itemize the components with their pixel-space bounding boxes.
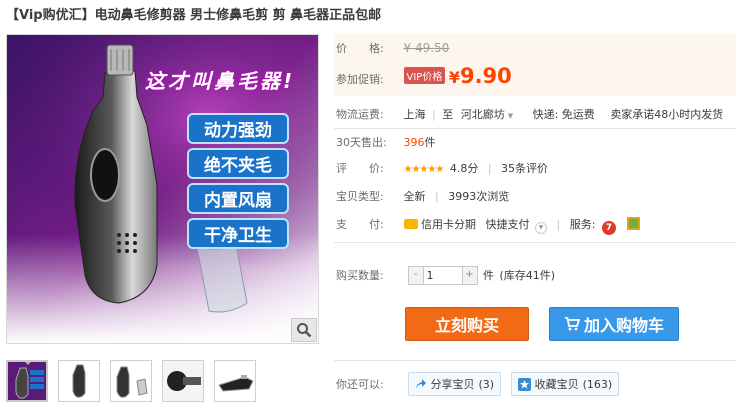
rating-label: 评 价: [336,162,384,175]
divider [334,360,736,361]
share-count: (3) [478,377,495,391]
quantity-plus-button[interactable]: + [462,267,477,284]
sales-row: 30天售出: 396件 [336,134,436,150]
shipping-row: 物流运费: 上海 | 至 河北廊坊 ▼ 快递: 免运费 卖家承诺48小时内发货 [336,106,723,122]
feature-list: 动力强劲 绝不夹毛 内置风扇 干净卫生 [187,113,289,249]
ship-promise: 卖家承诺48小时内发货 [610,108,724,121]
seven-day-return-icon[interactable]: 7 [601,221,616,235]
product-title: 【Vip购优汇】电动鼻毛修剪器 男士修鼻毛剪 剪 鼻毛器正品包邮 [6,8,382,23]
more-actions-row: 你还可以: 分享宝贝 (3) 收藏宝贝 (163) [336,372,620,396]
cart-icon [564,317,580,331]
item-condition: 全新 [403,190,426,203]
quantity-input[interactable] [422,267,463,284]
more-label: 你还可以: [336,378,384,391]
feature-item: 内置风扇 [187,183,289,214]
magnifier-icon [297,323,312,338]
feature-item: 绝不夹毛 [187,148,289,179]
thumbnail-strip [6,360,256,402]
add-to-cart-button[interactable]: 加入购物车 [549,307,679,341]
review-count-link[interactable]: 35条评价 [501,162,548,175]
sales-unit: 件 [424,136,436,149]
buy-now-button[interactable]: 立刻购买 [405,307,529,341]
chevron-down-icon: ▼ [507,112,514,120]
credit-installment[interactable]: 信用卡分期 [421,218,476,231]
promo-price-row: 参加促销: VIP价格 ¥9.90 [336,64,512,88]
favorite-label: 收藏宝贝 [534,378,579,391]
ship-from: 上海 [403,108,426,121]
share-label: 分享宝贝 [430,378,475,391]
share-button[interactable]: 分享宝贝 (3) [407,372,502,396]
quantity-stepper: - + [407,266,478,285]
ship-to-label: 至 [442,108,454,121]
thumbnail-image [163,361,203,401]
banner-text: 这才叫鼻毛器! [145,69,296,93]
feature-item: 动力强劲 [187,113,289,144]
express-fee: 快递: 免运费 [532,108,595,121]
thumbnail-image [111,361,151,401]
feature-item: 干净卫生 [187,218,289,249]
quick-pay[interactable]: 快捷支付 [486,218,530,231]
divider [334,242,736,243]
payment-label: 支 付: [336,218,384,231]
guarantee-icon[interactable] [627,217,641,230]
quantity-minus-button[interactable]: - [408,267,423,284]
item-type-label: 宝贝类型: [336,190,384,203]
quantity-unit: 件 [483,268,494,282]
thumbnail-image [8,362,46,400]
original-price-row: 价 格: ¥ 49.50 [336,40,449,56]
ship-to-select[interactable]: 河北廊坊 ▼ [461,108,513,121]
rating-divider: | [487,162,492,175]
view-count: 3993次浏览 [448,190,510,203]
payment-row: 支 付: 信用卡分期 快捷支付 ▼ | 服务: 7 [336,216,641,235]
rating-stars: ★★★★★ [403,164,445,175]
shipping-label: 物流运费: [336,108,384,121]
favorite-count: (163) [582,377,613,391]
service-label: 服务: [569,218,596,231]
vip-badge: VIP价格 [403,67,446,84]
credit-card-icon [403,219,418,229]
item-type-row: 宝贝类型: 全新 | 3993次浏览 [336,188,509,204]
ship-divider: | [432,108,436,121]
original-price: ¥ 49.50 [403,41,450,55]
currency-symbol: ¥ [448,68,460,87]
ship-to: 河北廊坊 [460,108,505,121]
thumbnail-4[interactable] [162,360,204,402]
share-icon [415,379,426,389]
promo-label: 参加促销: [336,73,384,86]
star-icon [517,377,531,391]
zoom-button[interactable] [291,318,317,342]
chevron-down-icon[interactable]: ▼ [535,222,547,234]
thumbnail-image [59,361,99,401]
sales-label: 30天售出: [336,136,387,149]
thumbnail-image [215,361,255,401]
thumbnail-3[interactable] [110,360,152,402]
divider [334,128,736,129]
thumbnail-5[interactable] [214,360,256,402]
favorite-button[interactable]: 收藏宝贝 (163) [510,372,620,396]
quantity-label: 购买数量: [336,268,384,282]
thumbnail-2[interactable] [58,360,100,402]
pay-divider: | [556,218,561,231]
add-to-cart-label: 加入购物车 [583,316,664,335]
thumbnail-1[interactable] [6,360,48,402]
item-divider: | [435,190,439,203]
rating-row: 评 价: ★★★★★ 4.8分 | 35条评价 [336,160,548,176]
rating-score: 4.8分 [449,162,479,175]
main-product-image[interactable]: 这才叫鼻毛器! 动力强劲 绝不夹毛 内置风扇 干净卫生 [6,34,319,344]
stock-count: (库存41件) [499,268,556,282]
price-label: 价 格: [336,42,384,55]
promo-price: 9.90 [459,64,512,88]
quantity-row: 购买数量: - + 件 (库存41件) [336,266,555,285]
sales-count: 396 [403,136,425,149]
